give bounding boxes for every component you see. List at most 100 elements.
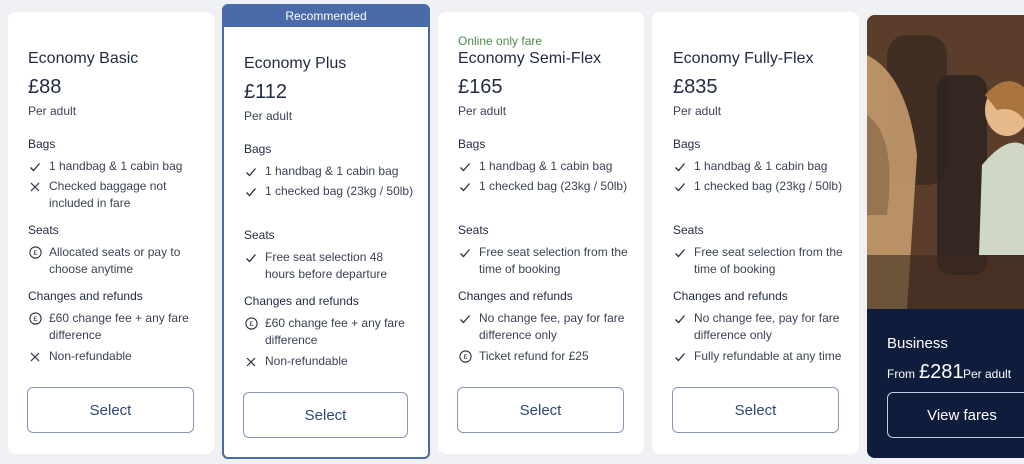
fare-title: Economy Basic — [28, 50, 139, 67]
fare-card-economy-plus: Recommended Economy Plus £112 Per adult … — [222, 4, 430, 459]
view-fares-button[interactable]: View fares — [887, 392, 1024, 438]
check-icon — [673, 158, 687, 175]
per-adult-label: Per adult — [673, 104, 722, 118]
select-button[interactable]: Select — [457, 387, 624, 433]
fare-card-economy-fully-flex: Economy Fully-Flex £835 Per adult Bags 1… — [652, 12, 859, 454]
seat-feature: £ Allocated seats or pay to choose anyti… — [28, 244, 200, 278]
fare-price: £165 — [458, 76, 503, 98]
pound-circle-icon: £ — [458, 348, 472, 365]
check-icon — [673, 178, 687, 195]
feature-text: Free seat selection 48 hours before depa… — [265, 250, 388, 281]
fare-title: Economy Semi-Flex — [458, 50, 602, 67]
feature-text: 1 handbag & 1 cabin bag — [479, 159, 613, 173]
seat-feature: Free seat selection from the time of boo… — [458, 244, 630, 278]
cross-icon — [28, 348, 42, 365]
svg-text:£: £ — [33, 248, 38, 257]
bag-feature: 1 handbag & 1 cabin bag — [673, 158, 845, 175]
bags-label: Bags — [244, 142, 272, 156]
bag-feature: Checked baggage not included in fare — [28, 178, 200, 212]
feature-text: £60 change fee + any fare difference — [265, 316, 405, 347]
bag-feature: 1 handbag & 1 cabin bag — [244, 163, 416, 180]
pound-circle-icon: £ — [244, 315, 258, 332]
change-feature: Non-refundable — [28, 348, 200, 365]
check-icon — [458, 244, 472, 261]
check-icon — [673, 244, 687, 261]
feature-text: 1 checked bag (23kg / 50lb) — [479, 179, 628, 193]
bag-feature: 1 handbag & 1 cabin bag — [28, 158, 200, 175]
feature-text: 1 checked bag (23kg / 50lb) — [694, 179, 843, 193]
change-feature: £ £60 change fee + any fare difference — [28, 310, 200, 344]
feature-text: £60 change fee + any fare difference — [49, 311, 189, 342]
svg-text:£: £ — [33, 314, 38, 323]
bags-label: Bags — [673, 137, 701, 151]
select-button[interactable]: Select — [672, 387, 839, 433]
check-icon — [244, 249, 258, 266]
check-icon — [673, 348, 687, 365]
changes-label: Changes and refunds — [244, 294, 359, 308]
feature-text: Free seat selection from the time of boo… — [479, 245, 628, 276]
svg-text:£: £ — [463, 352, 468, 361]
change-feature: Non-refundable — [244, 353, 416, 370]
business-per-adult-label: Per adult — [963, 367, 1012, 381]
feature-text: Free seat selection from the time of boo… — [694, 245, 843, 276]
changes-label: Changes and refunds — [28, 289, 143, 303]
bags-label: Bags — [28, 137, 56, 151]
cross-icon — [244, 353, 258, 370]
business-cabin-photo — [867, 15, 1024, 309]
feature-text: 1 handbag & 1 cabin bag — [49, 159, 183, 173]
feature-text: Ticket refund for £25 — [479, 349, 589, 363]
recommended-badge: Recommended — [224, 6, 428, 27]
feature-text: No change fee, pay for fare difference o… — [694, 311, 840, 342]
seat-feature: Free seat selection from the time of boo… — [673, 244, 845, 278]
feature-text: No change fee, pay for fare difference o… — [479, 311, 625, 342]
changes-label: Changes and refunds — [673, 289, 788, 303]
seat-feature: Free seat selection 48 hours before depa… — [244, 249, 416, 283]
change-feature: No change fee, pay for fare difference o… — [458, 310, 630, 344]
svg-text:£: £ — [249, 319, 254, 328]
cross-icon — [28, 178, 42, 195]
seats-label: Seats — [244, 228, 275, 242]
select-button[interactable]: Select — [27, 387, 194, 433]
fare-card-economy-basic: Economy Basic £88 Per adult Bags 1 handb… — [8, 12, 214, 454]
bag-feature: 1 checked bag (23kg / 50lb) — [458, 178, 630, 195]
check-icon — [244, 163, 258, 180]
fare-title: Economy Fully-Flex — [673, 50, 814, 67]
check-icon — [458, 178, 472, 195]
per-adult-label: Per adult — [244, 109, 293, 123]
fare-price: £112 — [244, 81, 288, 103]
change-feature: £ Ticket refund for £25 — [458, 348, 630, 365]
seats-label: Seats — [673, 223, 704, 237]
fare-price: £835 — [673, 76, 718, 98]
seats-label: Seats — [28, 223, 59, 237]
business-fare-panel: Business From £281 Per adult View fares — [867, 15, 1024, 458]
fare-card-economy-semi-flex: Online only fare Economy Semi-Flex £165 … — [438, 12, 644, 454]
check-icon — [673, 310, 687, 327]
feature-text: 1 checked bag (23kg / 50lb) — [265, 184, 414, 198]
change-feature: Fully refundable at any time — [673, 348, 845, 365]
seats-label: Seats — [458, 223, 489, 237]
pound-circle-icon: £ — [28, 310, 42, 327]
bag-feature: 1 checked bag (23kg / 50lb) — [244, 183, 416, 200]
bag-feature: 1 handbag & 1 cabin bag — [458, 158, 630, 175]
fare-title: Economy Plus — [244, 55, 347, 72]
change-feature: No change fee, pay for fare difference o… — [673, 310, 845, 344]
feature-text: Fully refundable at any time — [694, 349, 842, 363]
feature-text: Non-refundable — [49, 349, 132, 363]
check-icon — [244, 183, 258, 200]
cabin-illustration — [867, 15, 1024, 309]
select-button[interactable]: Select — [243, 392, 408, 438]
business-from-label: From — [887, 367, 915, 381]
feature-text: 1 handbag & 1 cabin bag — [265, 164, 399, 178]
pound-circle-icon: £ — [28, 244, 42, 261]
feature-text: Non-refundable — [265, 354, 348, 368]
per-adult-label: Per adult — [28, 104, 77, 118]
fare-price: £88 — [28, 76, 62, 98]
change-feature: £ £60 change fee + any fare difference — [244, 315, 416, 349]
changes-label: Changes and refunds — [458, 289, 573, 303]
bags-label: Bags — [458, 137, 486, 151]
bag-feature: 1 checked bag (23kg / 50lb) — [673, 178, 845, 195]
feature-text: Checked baggage not included in fare — [49, 179, 167, 210]
feature-text: Allocated seats or pay to choose anytime — [49, 245, 181, 276]
check-icon — [458, 310, 472, 327]
feature-text: 1 handbag & 1 cabin bag — [694, 159, 828, 173]
